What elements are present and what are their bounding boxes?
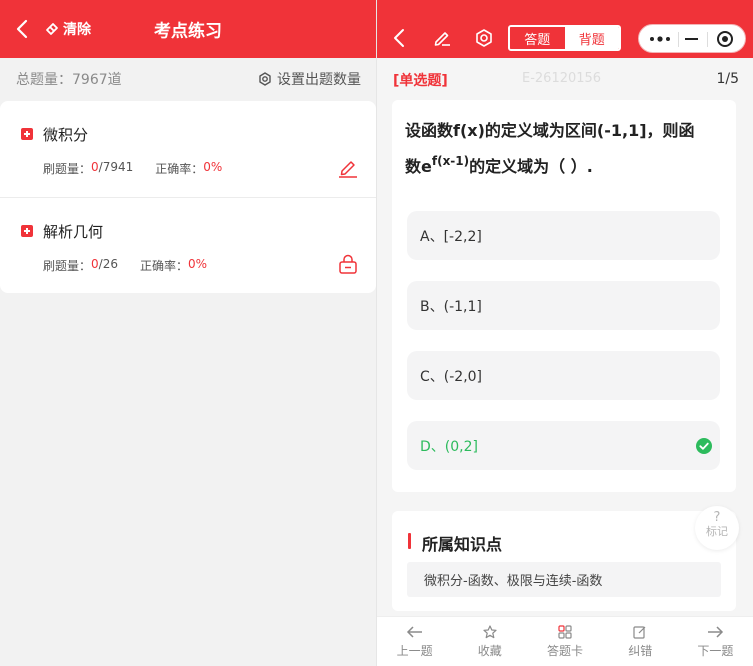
total-count: 总题量：7967道 [16, 72, 122, 88]
done-count: 0 [91, 257, 99, 271]
close-target-icon[interactable] [717, 31, 733, 47]
report-error-button[interactable]: 纠错 [603, 617, 678, 666]
knowledge-tag[interactable]: 微积分-函数、极限与连续-函数 [407, 562, 721, 597]
option-a[interactable]: A、[-2,2] [407, 211, 720, 260]
star-icon [483, 624, 497, 638]
topic-stats: 刷题量： 0 /26 正确率： 0% [43, 257, 207, 274]
question-type: [单选题] [393, 73, 448, 89]
miniapp-capsule [638, 24, 746, 53]
mode-answer-tab[interactable]: 答题 [510, 27, 565, 49]
option-c[interactable]: C、(-2,0] [407, 351, 720, 400]
topic-stats: 刷题量： 0 /7941 正确率： 0% [43, 160, 222, 177]
question-exponent: f(x-1) [431, 154, 470, 168]
accuracy-label: 正确率： [139, 259, 188, 273]
nav-label: 纠错 [628, 643, 653, 658]
expand-plus-icon[interactable] [21, 128, 33, 140]
option-label: B、(-1,1] [420, 298, 482, 315]
done-count: 0 [91, 160, 99, 174]
expand-plus-icon[interactable] [21, 225, 33, 237]
back-icon[interactable] [391, 27, 407, 49]
topic-name: 微积分 [43, 126, 89, 144]
nav-label: 答题卡 [547, 643, 584, 658]
practice-list-pane: 清除 考点练习 总题量：7967道 设置出题数量 微积分 刷题量： 0 /794… [0, 0, 376, 666]
knowledge-title: 所属知识点 [422, 535, 503, 554]
question-mark-icon: ? [713, 510, 721, 525]
pencil-icon[interactable] [337, 156, 359, 178]
page-title: 考点练习 [154, 21, 222, 42]
option-label: D、(0,2] [420, 438, 478, 455]
question-line-2: 数ef(x-1)的定义域为（ ）. [405, 146, 723, 182]
topic-item[interactable]: 解析几何 刷题量： 0 /26 正确率： 0% [0, 197, 376, 293]
question-line-1: 设函数f(x)的定义域为区间(-1,1]，则函 [405, 121, 695, 140]
option-b[interactable]: B、(-1,1] [407, 281, 720, 330]
question-line-2-suffix: 的定义域为（ ）. [469, 157, 593, 176]
capsule-separator [707, 32, 708, 47]
accuracy-value: 0% [187, 257, 208, 271]
question-header: 答题 背题 [377, 0, 753, 58]
bottom-nav: 上一题 收藏 答题卡 纠错 下一题 [377, 616, 753, 666]
accuracy-label: 正确率： [155, 162, 204, 176]
correct-check-icon [696, 438, 712, 454]
question-line-2-prefix: 数e [405, 157, 432, 176]
arrow-left-icon [406, 625, 422, 638]
pencil-icon[interactable] [432, 28, 452, 48]
mode-switch: 答题 背题 [508, 25, 621, 51]
total-count: /26 [98, 257, 118, 271]
set-count-button[interactable]: 设置出题数量 [258, 69, 361, 89]
answer-sheet-button[interactable]: 答题卡 [527, 617, 602, 666]
edit-icon [633, 625, 646, 639]
prev-question-button[interactable]: 上一题 [377, 617, 452, 666]
option-d[interactable]: D、(0,2] [407, 421, 720, 470]
total-count: /7941 [98, 160, 134, 174]
knowledge-card: 所属知识点 微积分-函数、极限与连续-函数 [392, 511, 736, 611]
topic-name: 解析几何 [43, 223, 104, 241]
topic-list: 微积分 刷题量： 0 /7941 正确率： 0% 解析几何 刷题量： 0 /26… [0, 101, 376, 293]
next-question-button[interactable]: 下一题 [678, 617, 753, 666]
question-page: 1/5 [716, 71, 739, 87]
arrow-right-icon [708, 625, 724, 638]
nav-label: 上一题 [396, 643, 433, 658]
section-accent-bar [408, 533, 411, 549]
accuracy-value: 0% [203, 160, 223, 174]
question-pane: 答题 背题 [单选题] E-26120156 1/5 设函数f(x)的定义域为区… [377, 0, 753, 666]
grid-icon [558, 624, 572, 639]
set-count-label: 设置出题数量 [277, 72, 361, 88]
more-dots-icon[interactable] [649, 34, 671, 44]
question-card: 设函数f(x)的定义域为区间(-1,1]，则函 数ef(x-1)的定义域为（ ）… [392, 100, 736, 492]
topic-item[interactable]: 微积分 刷题量： 0 /7941 正确率： 0% [0, 101, 376, 197]
lock-icon[interactable] [337, 253, 359, 275]
option-label: A、[-2,2] [420, 228, 482, 245]
mode-review-tab[interactable]: 背题 [564, 27, 619, 49]
knowledge-tag-label: 微积分-函数、极限与连续-函数 [424, 574, 603, 589]
nav-label: 下一题 [697, 643, 734, 658]
done-label: 刷题量： [43, 259, 92, 273]
mark-label: 标记 [706, 525, 728, 538]
option-label: C、(-2,0] [420, 368, 483, 385]
gear-icon[interactable] [474, 28, 494, 48]
gear-icon [259, 72, 271, 86]
favorite-button[interactable]: 收藏 [452, 617, 527, 666]
capsule-separator [678, 32, 679, 47]
done-label: 刷题量： [43, 162, 92, 176]
practice-header: 清除 考点练习 [0, 0, 376, 58]
question-code: E-26120156 [522, 71, 602, 86]
minimize-icon[interactable] [685, 38, 698, 40]
mark-button[interactable]: ? 标记 [695, 506, 739, 550]
nav-label: 收藏 [477, 643, 502, 658]
total-bar: 总题量：7967道 设置出题数量 [0, 58, 376, 100]
question-text: 设函数f(x)的定义域为区间(-1,1]，则函 数ef(x-1)的定义域为（ ）… [405, 116, 723, 182]
